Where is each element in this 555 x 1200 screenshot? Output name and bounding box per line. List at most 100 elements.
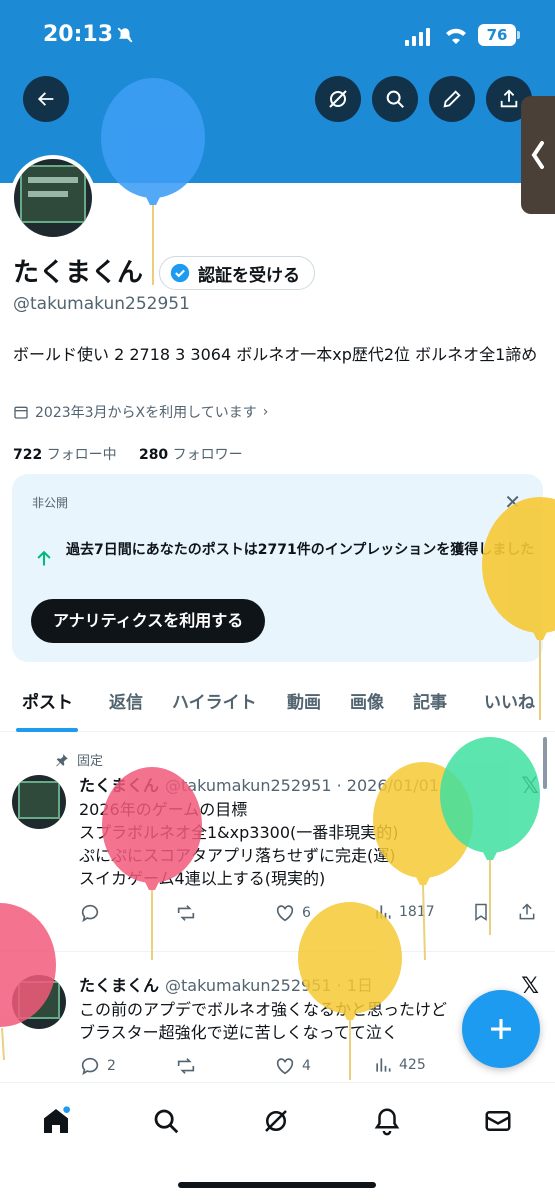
bell-icon (374, 1108, 400, 1136)
reply-button[interactable]: 2 (79, 1055, 116, 1077)
arrow-left-icon (37, 92, 54, 106)
compose-post-button[interactable] (462, 990, 540, 1068)
analytics-button[interactable]: アナリティクスを利用する (31, 599, 266, 643)
post-line: この前のアプデでボルネオ強くなるかと思ったけど (79, 1000, 448, 1019)
post-body: この前のアプデでボルネオ強くなるかと思ったけど ブラスター超強化で逆に苦しくなっ… (79, 998, 519, 1044)
followers-count: 280 (138, 447, 169, 463)
get-verified-label: 認証を受ける (198, 265, 300, 286)
following-link[interactable]: 722 フォロー中 (13, 447, 117, 463)
grok-icon (329, 90, 347, 108)
post-author: たくまくん (79, 976, 160, 995)
tab-likes[interactable]: いいね (484, 688, 535, 713)
post-actions: 2 4 425 (79, 1055, 544, 1079)
post-author: たくまくん (79, 776, 160, 795)
follow-stats: 722 フォロー中 280 フォロワー (13, 444, 243, 464)
nav-grok[interactable] (256, 1101, 296, 1141)
tab-articles[interactable]: 記事 (413, 688, 447, 713)
tab-videos[interactable]: 動画 (287, 688, 321, 713)
repost-button[interactable] (175, 902, 197, 924)
heart-icon (276, 1058, 294, 1075)
reply-icon (81, 1057, 99, 1076)
impressions-message: 過去7日間にあなたのポストは2771件のインプレッションを獲得しました (66, 542, 535, 558)
pinned-text: 固定 (77, 754, 104, 769)
grok-button[interactable] (315, 76, 361, 122)
repost-button[interactable] (175, 1055, 197, 1077)
bookmark-button[interactable] (471, 902, 491, 922)
views-button[interactable]: 1817 (373, 902, 435, 922)
reply-icon (81, 904, 99, 923)
status-bar: 20:13 76 (0, 22, 555, 52)
profile-bio: ボールド使い 2 2718 3 3064 ボルネオ一本xp歴代2位 ボルネオ全1… (13, 345, 538, 364)
post-header: たくまくん @takumakun252951 · 1日 (79, 972, 373, 996)
profile-name: たくまくん (13, 258, 144, 288)
repost-icon (177, 905, 195, 921)
envelope-icon (485, 1111, 511, 1131)
nav-notifications[interactable] (367, 1101, 407, 1141)
side-drawer-handle[interactable] (521, 96, 555, 214)
followers-link[interactable]: 280 フォロワー (139, 447, 243, 463)
tab-images[interactable]: 画像 (350, 688, 384, 713)
x-logo-icon: 𝕏 (521, 974, 539, 999)
post-meta: @takumakun252951 · 2026/01/01 (165, 776, 440, 795)
post-avatar[interactable] (12, 775, 66, 829)
view-count: 1817 (399, 904, 435, 920)
close-icon[interactable]: ✕ (504, 490, 521, 514)
following-label: フォロー中 (46, 447, 117, 463)
search-button[interactable] (372, 76, 418, 122)
search-icon (154, 1109, 179, 1134)
post-actions: 6 1817 (79, 902, 544, 926)
like-count: 6 (302, 905, 311, 921)
profile-tabs: ポスト 返信 ハイライト 動画 画像 記事 いいね (0, 680, 555, 732)
profile-handle: @takumakun252951 (13, 294, 190, 314)
like-count: 4 (302, 1058, 311, 1074)
home-icon (44, 1106, 70, 1133)
post-line: ぷにぷにスコアタアプリ落ちせずに完走(運) (79, 846, 396, 865)
cellular-signal-icon (405, 28, 430, 46)
post-line: スイカゲーム4連以上する(現実的) (79, 869, 326, 888)
like-button[interactable]: 6 (274, 902, 311, 924)
tab-posts[interactable]: ポスト (22, 688, 73, 713)
post-meta: @takumakun252951 · 1日 (165, 976, 373, 995)
nav-messages[interactable] (478, 1101, 518, 1141)
scrollbar[interactable] (543, 737, 547, 789)
active-tab-indicator (16, 728, 78, 732)
repost-icon (177, 1058, 195, 1074)
arrow-up-icon (37, 550, 51, 566)
bookmark-icon (475, 903, 487, 921)
edit-profile-button[interactable] (429, 76, 475, 122)
plus-icon (491, 1019, 511, 1039)
views-button[interactable]: 425 (373, 1055, 426, 1075)
join-date[interactable]: 2023年3月からXを利用しています › (13, 402, 268, 422)
reply-count: 2 (107, 1058, 116, 1074)
share-icon (519, 903, 535, 920)
heart-icon (276, 905, 294, 922)
following-count: 722 (13, 447, 43, 463)
like-button[interactable]: 4 (274, 1055, 311, 1077)
private-tag: 非公開 (32, 496, 69, 510)
tab-replies[interactable]: 返信 (109, 688, 143, 713)
x-logo-icon: 𝕏 (521, 774, 539, 799)
wifi-icon (443, 24, 469, 50)
share-post-button[interactable] (517, 902, 537, 922)
post-line: スプラボルネオ全1&xp3300(一番非現実的) (79, 823, 399, 842)
reply-button[interactable] (79, 902, 101, 924)
tab-highlights[interactable]: ハイライト (172, 688, 257, 713)
home-indicator[interactable] (178, 1182, 376, 1188)
get-verified-button[interactable]: 認証を受ける (159, 256, 315, 290)
nav-search[interactable] (146, 1101, 186, 1141)
bell-muted-icon (116, 26, 134, 49)
nav-home[interactable] (36, 1101, 76, 1141)
grok-icon (265, 1110, 287, 1132)
profile-avatar[interactable] (10, 155, 96, 241)
join-date-label: 2023年3月からXを利用しています (35, 405, 257, 421)
views-icon (376, 905, 391, 919)
chevron-right-icon: › (262, 404, 269, 420)
post-avatar[interactable] (12, 975, 66, 1029)
back-button[interactable] (23, 76, 69, 122)
battery-indicator: 76 (478, 24, 520, 46)
share-icon (500, 89, 518, 108)
view-count: 425 (399, 1057, 426, 1073)
post-line: ブラスター超強化で逆に苦しくなってて泣く (79, 1023, 398, 1042)
calendar-icon (14, 406, 28, 419)
chevron-left-icon (531, 141, 544, 169)
